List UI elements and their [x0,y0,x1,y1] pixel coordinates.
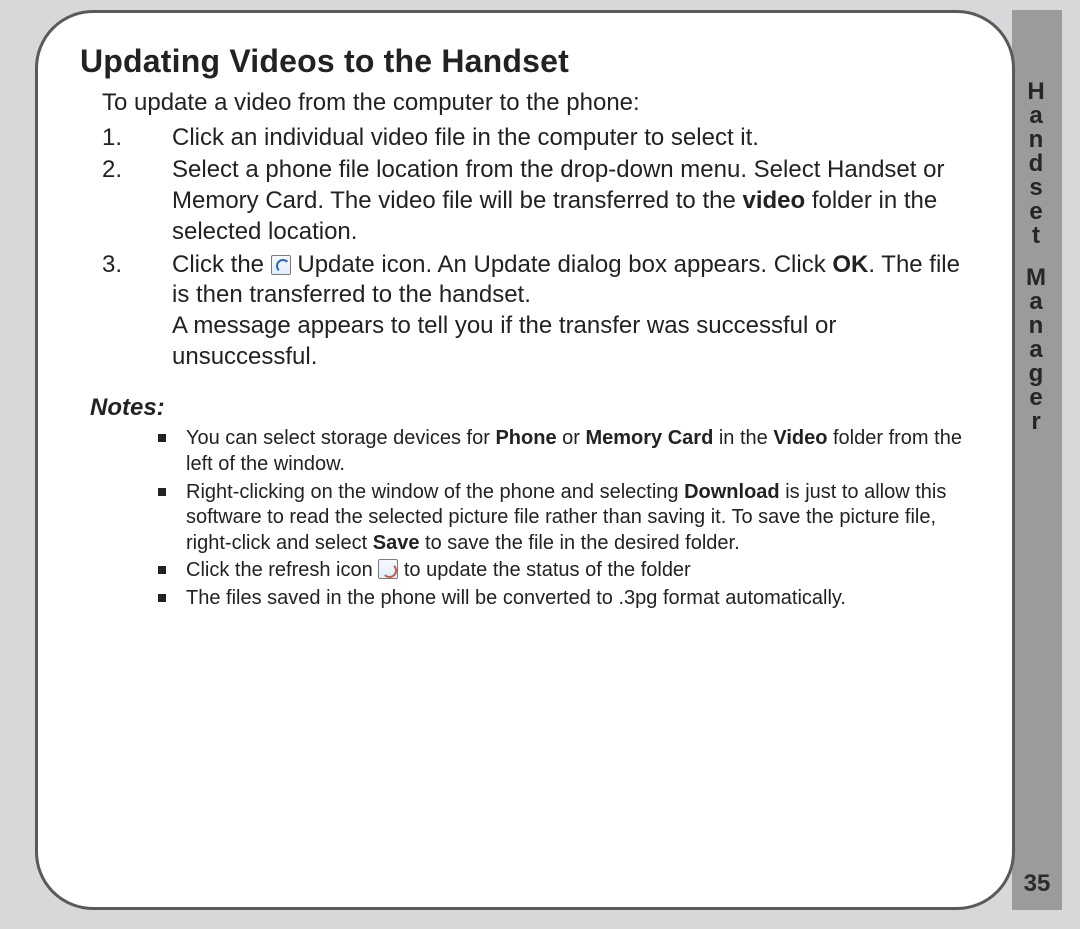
step-3: 3. Click the Update icon. An Update dial… [102,250,970,373]
step-3-text-b: Update icon. An Update dialog box appear… [291,251,833,278]
note-2: Right-clicking on the window of the phon… [158,480,970,557]
note-1-b: Phone [495,427,556,449]
step-1-text: Click an individual video file in the co… [172,124,759,151]
page-frame: Updating Videos to the Handset To update… [35,10,1015,910]
update-icon [271,255,291,275]
step-3-bold-ok: OK [832,251,868,278]
step-3-number: 3. [102,250,162,281]
note-1-e: in the [713,427,773,449]
step-3-text-e: A message appears to tell you if the tra… [172,312,836,370]
note-2-e: to save the file in the desired folder. [419,532,739,554]
note-2-a: Right-clicking on the window of the phon… [186,481,684,503]
note-1: You can select storage devices for Phone… [158,426,970,477]
note-3: Click the refresh icon to update the sta… [158,558,970,584]
refresh-icon [378,559,398,579]
note-2-d: Save [373,532,420,554]
step-3-text-a: Click the [172,251,271,278]
note-4-a: The files saved in the phone will be con… [186,587,846,609]
notes-title: Notes: [90,394,970,422]
note-1-d: Memory Card [585,427,713,449]
page-number: 35 [1016,870,1058,898]
intro-text: To update a video from the computer to t… [102,88,970,119]
notes-list: You can select storage devices for Phone… [158,426,970,611]
steps-list: 1. Click an individual video file in the… [102,123,970,373]
note-1-f: Video [773,427,827,449]
step-2-bold-video: video [742,187,805,214]
step-1-number: 1. [102,123,162,154]
side-tab: HandsetManager 35 [1012,10,1062,910]
step-2-number: 2. [102,155,162,186]
note-4: The files saved in the phone will be con… [158,586,970,612]
note-2-b: Download [684,481,780,503]
step-1: 1. Click an individual video file in the… [102,123,970,154]
note-1-a: You can select storage devices for [186,427,495,449]
page-title: Updating Videos to the Handset [80,43,970,80]
side-tab-label: HandsetManager [1012,80,1062,434]
step-2: 2. Select a phone file location from the… [102,155,970,247]
note-3-b: to update the status of the folder [398,559,690,581]
note-1-c: or [557,427,586,449]
note-3-a: Click the refresh icon [186,559,378,581]
